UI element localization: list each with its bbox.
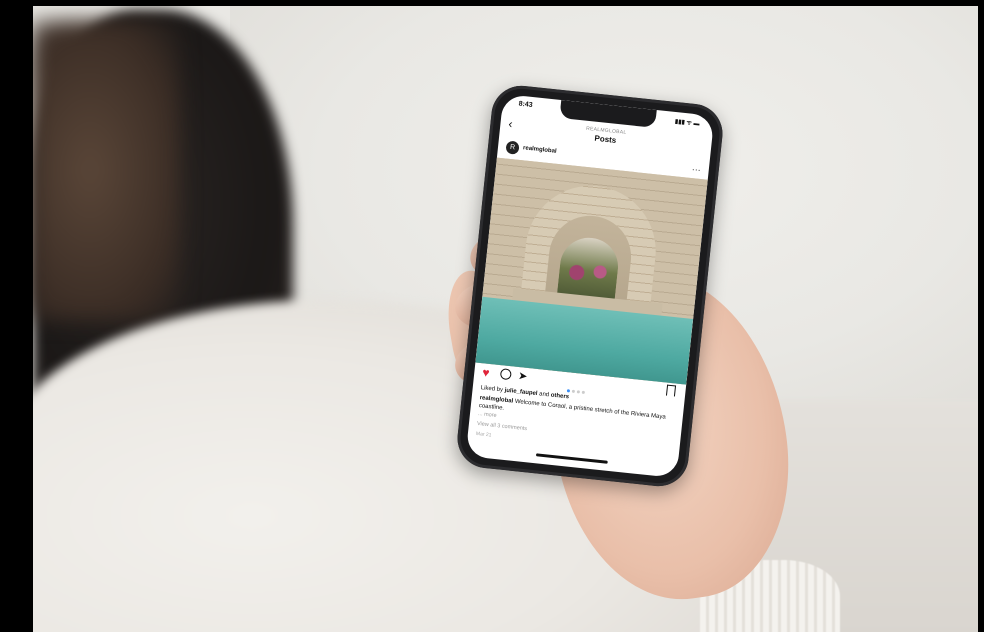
status-time: 8:43 — [518, 100, 533, 109]
carousel-dot — [581, 390, 585, 395]
carousel-dot — [566, 389, 571, 393]
carousel-dot — [571, 389, 576, 393]
home-indicator — [535, 453, 608, 464]
liked-prefix: Liked by — [480, 385, 505, 394]
smartphone: 8:43 ▮▮▮ ᯤ ▬ ‹ REALMGLOBAL Posts R realm… — [454, 82, 726, 490]
post-image[interactable] — [475, 157, 708, 385]
avatar[interactable]: R — [505, 140, 520, 155]
carousel-dot — [576, 390, 581, 394]
post-username[interactable]: realmglobal — [523, 145, 557, 154]
carousel-indicator — [566, 379, 588, 399]
top-letterbox — [0, 0, 984, 6]
liked-mid: and — [537, 391, 552, 399]
right-letterbox — [978, 0, 984, 632]
share-icon[interactable]: ➤ — [518, 369, 529, 383]
bookmark-icon[interactable] — [665, 384, 677, 397]
phone-screen: 8:43 ▮▮▮ ᯤ ▬ ‹ REALMGLOBAL Posts R realm… — [465, 93, 715, 479]
view-comments-link[interactable]: View all 3 comments — [477, 421, 528, 432]
more-options-icon[interactable]: ··· — [691, 164, 701, 175]
comment-icon[interactable] — [499, 368, 512, 381]
liked-user[interactable]: julie_faupel — [504, 388, 537, 397]
caption-more-link[interactable]: ... more — [478, 411, 497, 419]
post-date: Mar 21 — [475, 430, 492, 439]
liked-others[interactable]: others — [550, 393, 569, 401]
blurred-hair — [30, 20, 180, 320]
status-icons: ▮▮▮ ᯤ ▬ — [674, 118, 700, 128]
photo-scene: 8:43 ▮▮▮ ᯤ ▬ ‹ REALMGLOBAL Posts R realm… — [0, 0, 984, 632]
like-heart-icon[interactable]: ♥ — [482, 365, 491, 380]
left-letterbox — [0, 0, 33, 632]
